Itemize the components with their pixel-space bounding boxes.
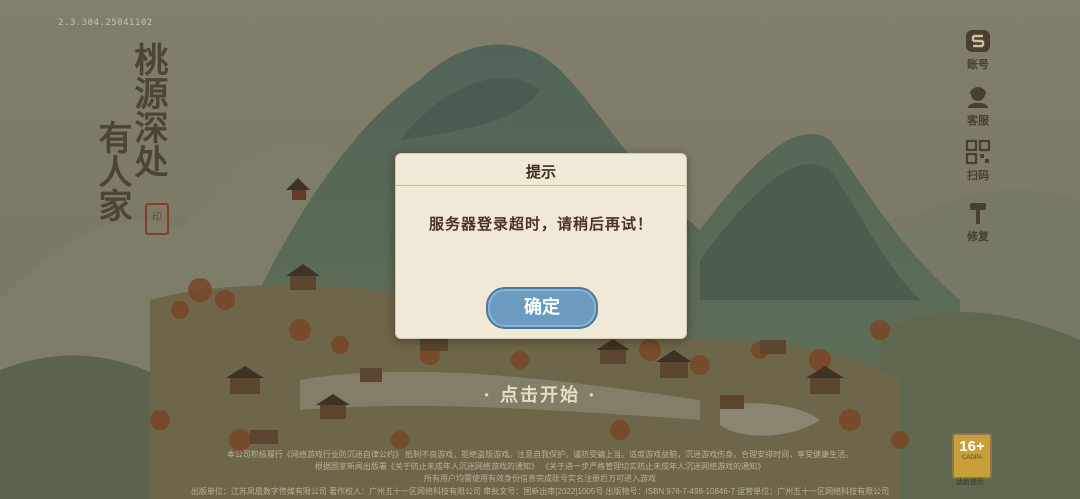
scan-label: 扫码 <box>967 169 989 182</box>
repair-button[interactable]: 修复 <box>950 200 1006 244</box>
version-label: 2.3.304.25041102 <box>58 18 153 28</box>
game-logo-line2: 有人家 <box>92 120 132 222</box>
age-rating-value: 16+ <box>959 438 985 455</box>
footer-line1: 本公司积极履行《网络游戏行业防沉迷自律公约》 抵制不良游戏，拒绝盗版游戏。注意自… <box>226 450 854 459</box>
repair-hammer-icon <box>970 203 986 224</box>
qr-code-icon <box>965 139 991 165</box>
scan-button[interactable]: 扫码 <box>950 139 1006 183</box>
tap-to-start[interactable]: · 点击开始 · <box>0 381 1080 407</box>
account-label: 账号 <box>967 58 989 71</box>
age-rating-org: CADPA <box>961 455 983 461</box>
customer-service-icon <box>968 87 988 108</box>
age-rating-caption: 适龄提示 <box>956 479 984 486</box>
alert-dialog: 提示 服务器登录超时，请稍后再试！ 确定 <box>395 153 687 339</box>
game-logo-line1: 桃源深处 <box>128 42 168 178</box>
footer-line3: 所有用户均需使用有效身份信息完成账号实名注册后方可进入游戏 <box>424 474 656 483</box>
dialog-title: 提示 <box>525 163 556 181</box>
footer-line4: 出版单位：江苏凤凰数字传媒有限公司 著作权人：广州五十一区网络科技有限公司 审批… <box>190 487 890 496</box>
logo-seal: 印 <box>145 203 169 235</box>
confirm-button[interactable]: 确定 <box>486 287 598 329</box>
age-rating-badge: 16+ CADPA <box>952 433 992 479</box>
repair-label: 修复 <box>967 230 989 243</box>
dialog-divider <box>396 185 686 186</box>
customer-service-label: 客服 <box>967 114 989 127</box>
account-button[interactable]: 账号 <box>950 28 1006 72</box>
dialog-message: 服务器登录超时，请稍后再试！ <box>428 215 653 233</box>
footer-line2: 根据国家新闻出版署《关于防止未成年人沉迷网络游戏的通知》 《关于进一步严格管理切… <box>314 462 766 471</box>
customer-service-button[interactable]: 客服 <box>950 84 1006 128</box>
account-icon <box>966 30 990 52</box>
